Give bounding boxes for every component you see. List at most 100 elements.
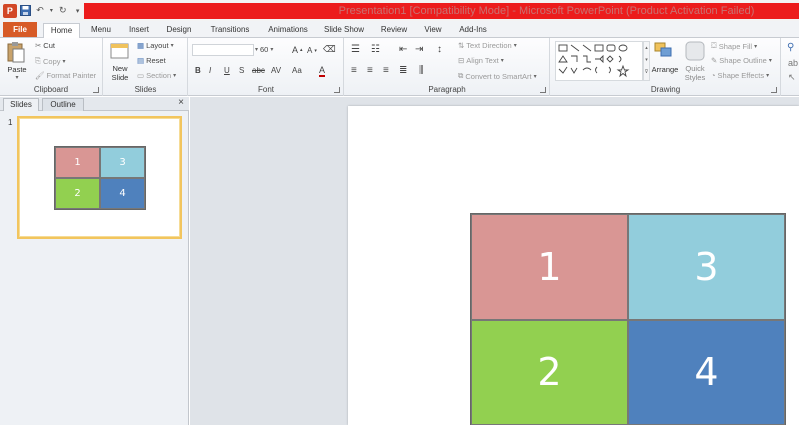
- paste-dropdown-icon[interactable]: ▾: [5, 74, 29, 83]
- tab-slide-show[interactable]: Slide Show: [321, 23, 367, 38]
- font-launcher-icon[interactable]: [334, 87, 340, 93]
- slide-table[interactable]: 1 3 2 4: [470, 213, 786, 425]
- shape-fill-button[interactable]: ⛋ Shape Fill ▾: [711, 41, 757, 51]
- chevron-down-icon[interactable]: ▾: [48, 4, 54, 18]
- title-bar: P ↶ ▾ ↻ ▾ Presentation1 [Compatibility M…: [0, 0, 799, 21]
- columns-icon[interactable]: ⫼: [419, 65, 424, 76]
- scissors-icon: ✂: [35, 41, 42, 50]
- clipboard-group-label: Clipboard: [33, 85, 69, 94]
- cut-button[interactable]: ✂ Cut: [35, 41, 55, 50]
- close-icon[interactable]: ×: [178, 97, 184, 108]
- select-icon[interactable]: ↖: [788, 72, 796, 83]
- grow-font-icon[interactable]: A ▴: [292, 45, 303, 55]
- thumb-cell-1: 1: [55, 147, 100, 178]
- copy-button[interactable]: ⎘ Copy ▾: [35, 56, 66, 66]
- table-cell-3[interactable]: 3: [628, 214, 785, 320]
- format-painter-button[interactable]: 🖌 Format Painter: [35, 71, 96, 80]
- shrink-font-icon[interactable]: A ▾: [307, 46, 317, 55]
- layout-button[interactable]: ▦ Layout ▾: [137, 41, 174, 50]
- tab-review[interactable]: Review: [378, 23, 410, 38]
- paint-bucket-icon: ⛋: [711, 41, 717, 50]
- table-cell-4[interactable]: 4: [628, 319, 785, 425]
- new-slide-label[interactable]: New Slide: [106, 64, 134, 82]
- change-case-button[interactable]: Aa: [292, 66, 302, 75]
- text-direction-button[interactable]: ⇅ Text Direction ▾: [458, 41, 517, 50]
- increase-indent-icon[interactable]: ⇥: [415, 44, 423, 55]
- arrange-icon[interactable]: [654, 42, 674, 60]
- bullets-icon[interactable]: ☰: [351, 44, 360, 55]
- shapes-gallery-scroll[interactable]: ▴ ▾ ⊽: [643, 41, 650, 81]
- tab-slides[interactable]: Slides: [3, 98, 39, 111]
- arrange-label[interactable]: Arrange: [649, 65, 681, 74]
- text-shadow-button[interactable]: S: [239, 66, 244, 75]
- align-right-icon[interactable]: ≡: [383, 65, 389, 76]
- italic-button[interactable]: I: [209, 66, 211, 75]
- drawing-launcher-icon[interactable]: [771, 87, 777, 93]
- tab-add-ins[interactable]: Add-Ins: [456, 23, 490, 38]
- justify-icon[interactable]: ≣: [399, 65, 407, 76]
- table-cell-1[interactable]: 1: [471, 214, 628, 320]
- brush-icon: 🖌: [35, 71, 45, 80]
- tab-animations[interactable]: Animations: [265, 23, 311, 38]
- chevron-down-icon: ▾: [766, 73, 770, 79]
- layout-label: Layout: [146, 41, 169, 50]
- shape-effects-label: Shape Effects: [717, 71, 765, 80]
- line-spacing-icon[interactable]: ↕: [437, 44, 442, 55]
- paste-icon[interactable]: [7, 41, 25, 63]
- align-left-icon[interactable]: ≡: [351, 65, 357, 76]
- paste-label[interactable]: Paste: [5, 65, 29, 74]
- slide-thumbnail[interactable]: 1 3 2 4: [17, 116, 182, 239]
- slide-number: 1: [8, 118, 13, 127]
- save-icon[interactable]: [19, 4, 32, 18]
- shapes-gallery[interactable]: [555, 41, 643, 81]
- customize-qat-icon[interactable]: ▾: [71, 4, 84, 18]
- shape-outline-label: Shape Outline: [719, 56, 767, 65]
- convert-smartart-button[interactable]: ⧉ Convert to SmartArt ▾: [458, 71, 537, 81]
- chevron-down-icon: ▾: [170, 43, 174, 49]
- chevron-down-icon: ▾: [62, 58, 66, 65]
- align-center-icon[interactable]: ≡: [367, 65, 373, 76]
- font-name-field[interactable]: [192, 44, 254, 56]
- font-color-button[interactable]: A: [319, 66, 326, 77]
- numbering-icon[interactable]: ☷: [371, 44, 380, 55]
- tab-design[interactable]: Design: [163, 23, 195, 38]
- reset-button[interactable]: ▤ Reset: [137, 56, 166, 65]
- align-text-button[interactable]: ⊟ Align Text ▾: [458, 56, 504, 65]
- bold-button[interactable]: B: [195, 66, 201, 75]
- undo-icon[interactable]: ↶: [34, 4, 47, 18]
- tab-menu[interactable]: Menu: [88, 23, 114, 38]
- shape-effects-button[interactable]: ◔ Shape Effects ▾: [711, 71, 769, 80]
- cut-label: Cut: [43, 41, 55, 50]
- tab-outline[interactable]: Outline: [42, 98, 84, 111]
- underline-button[interactable]: U: [224, 66, 230, 75]
- tab-file[interactable]: File: [3, 22, 37, 37]
- quick-access-toolbar: P ↶ ▾ ↻ ▾: [0, 0, 84, 21]
- strikethrough-button[interactable]: abc: [252, 66, 265, 75]
- decrease-indent-icon[interactable]: ⇤: [399, 44, 407, 55]
- redo-icon[interactable]: ↻: [56, 4, 69, 18]
- tab-view[interactable]: View: [421, 23, 445, 38]
- slide-canvas[interactable]: 1 3 2 4: [348, 106, 799, 425]
- find-icon[interactable]: ⚲: [787, 42, 794, 53]
- quick-styles-icon[interactable]: [685, 41, 705, 61]
- section-button[interactable]: ▭ Section ▾: [137, 71, 176, 80]
- reset-icon: ▤: [137, 56, 145, 65]
- table-cell-2[interactable]: 2: [471, 319, 628, 425]
- chevron-down-icon: ▾: [513, 43, 517, 49]
- quick-styles-label[interactable]: Quick Styles: [681, 64, 709, 82]
- new-slide-icon[interactable]: [110, 42, 130, 60]
- clipboard-launcher-icon[interactable]: [93, 87, 99, 93]
- paragraph-launcher-icon[interactable]: [540, 87, 546, 93]
- tab-transitions[interactable]: Transitions: [206, 23, 254, 38]
- chevron-down-icon: ▾: [768, 58, 772, 64]
- smartart-icon: ⧉: [458, 71, 464, 80]
- shape-outline-button[interactable]: ✎ Shape Outline ▾: [711, 56, 772, 65]
- replace-icon[interactable]: ab: [788, 58, 798, 68]
- character-spacing-button[interactable]: AV: [271, 66, 281, 75]
- powerpoint-logo-icon[interactable]: P: [3, 3, 17, 18]
- reset-label: Reset: [146, 56, 166, 65]
- tab-insert[interactable]: Insert: [125, 23, 153, 38]
- font-size-field[interactable]: ▾ 60 ▾: [255, 45, 273, 54]
- thumbnail-table: 1 3 2 4: [54, 146, 146, 210]
- clear-formatting-icon[interactable]: ⌫: [323, 44, 336, 55]
